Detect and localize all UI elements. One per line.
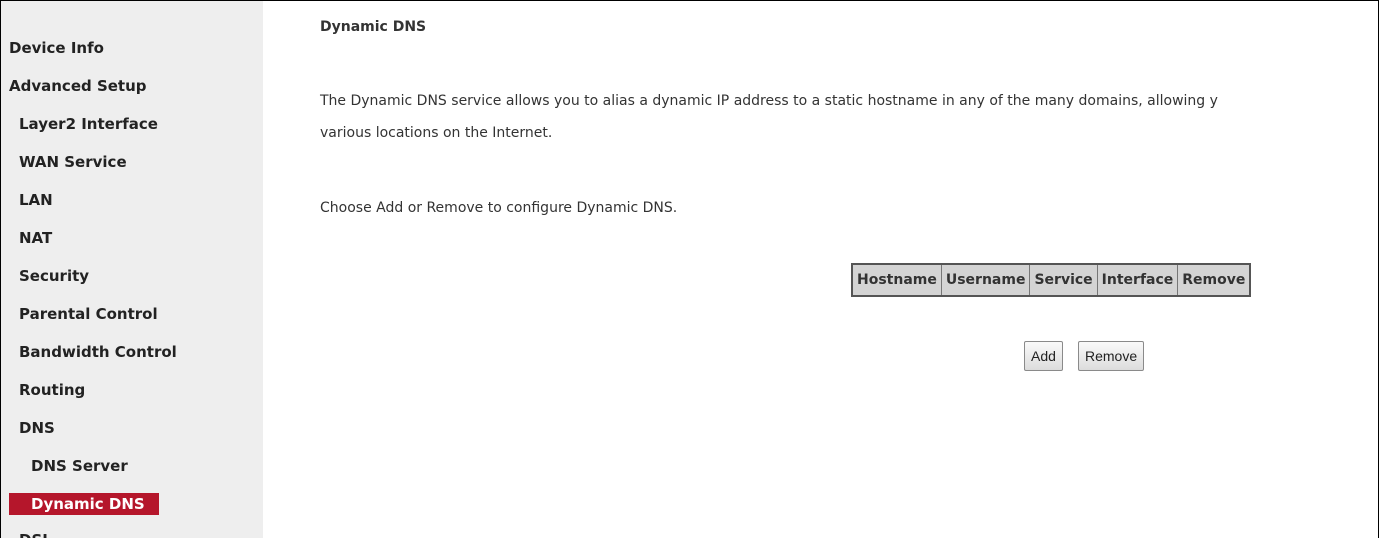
sidebar-nav: Device Info Advanced Setup Layer2 Interf…: [1, 1, 263, 538]
column-header-interface: Interface: [1096, 263, 1179, 297]
page-title: Dynamic DNS: [320, 19, 427, 35]
sidebar-item-lan[interactable]: LAN: [19, 189, 53, 211]
sidebar-item-routing[interactable]: Routing: [19, 379, 85, 401]
sidebar-item-dns-server[interactable]: DNS Server: [31, 455, 128, 477]
description-line-1: The Dynamic DNS service allows you to al…: [320, 93, 1218, 109]
ddns-table: Hostname Username Service Interface Remo…: [851, 263, 1252, 297]
remove-button[interactable]: Remove: [1078, 341, 1145, 371]
column-header-service: Service: [1029, 263, 1098, 297]
table-header-row: Hostname Username Service Interface Remo…: [851, 263, 1251, 297]
sidebar-item-nat[interactable]: NAT: [19, 227, 52, 249]
description-line-2: various locations on the Internet.: [320, 125, 553, 141]
sidebar-item-dsl[interactable]: DSL: [19, 529, 52, 538]
sidebar-item-parental-control[interactable]: Parental Control: [19, 303, 158, 325]
sidebar-item-dns[interactable]: DNS: [19, 417, 55, 439]
sidebar-item-device-info[interactable]: Device Info: [9, 37, 104, 59]
column-header-remove: Remove: [1177, 263, 1251, 297]
sidebar-item-bandwidth-control[interactable]: Bandwidth Control: [19, 341, 177, 363]
main-content: Dynamic DNS The Dynamic DNS service allo…: [263, 1, 1378, 538]
column-header-hostname: Hostname: [851, 263, 942, 297]
sidebar-item-dynamic-dns[interactable]: Dynamic DNS: [9, 493, 159, 515]
sidebar-item-security[interactable]: Security: [19, 265, 89, 287]
add-button[interactable]: Add: [1024, 341, 1063, 371]
app-frame: Device Info Advanced Setup Layer2 Interf…: [0, 0, 1379, 538]
sidebar-item-advanced-setup[interactable]: Advanced Setup: [9, 75, 147, 97]
column-header-username: Username: [940, 263, 1031, 297]
instruction-text: Choose Add or Remove to configure Dynami…: [320, 200, 678, 216]
sidebar-item-layer2-interface[interactable]: Layer2 Interface: [19, 113, 158, 135]
sidebar-item-wan-service[interactable]: WAN Service: [19, 151, 127, 173]
